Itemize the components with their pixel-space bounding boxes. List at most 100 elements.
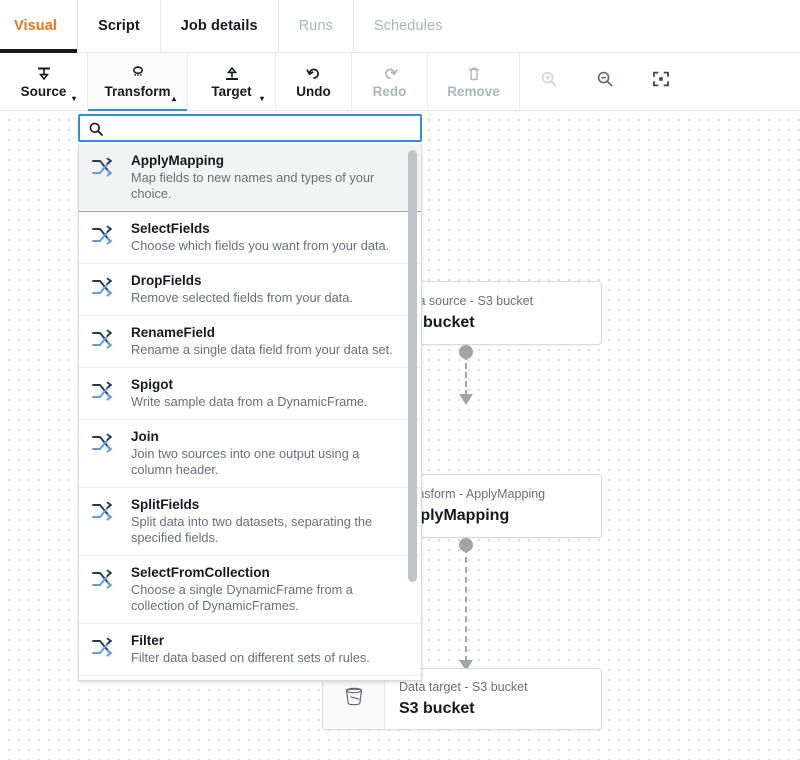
transform-option-description: Choose which fields you want from your d… xyxy=(131,238,390,253)
target-caret-icon: ▾ xyxy=(259,94,264,103)
transform-option-description: Split data into two datasets, separating… xyxy=(131,514,373,545)
target-button[interactable]: Target ▾ xyxy=(188,53,276,110)
transform-option-renamefield[interactable]: RenameField Rename a single data field fr… xyxy=(79,316,421,368)
transform-option-description: Rename a single data field from your dat… xyxy=(131,342,393,357)
transform-option-name: ApplyMapping xyxy=(131,153,224,168)
connector-arrowhead xyxy=(459,394,473,405)
node-title: S3 bucket xyxy=(399,314,475,331)
transform-option-description: Choose a single DynamicFrame from a coll… xyxy=(131,582,353,613)
fit-to-screen-icon xyxy=(651,69,671,94)
tab-schedules-label: Schedules xyxy=(373,18,443,34)
tab-runs-label: Runs xyxy=(298,18,333,34)
glue-visual-editor: Visual Script Job details Runs Schedules… xyxy=(0,0,800,760)
shuffle-arrows-icon xyxy=(91,632,121,663)
transform-button[interactable]: Transform ▴ xyxy=(88,53,188,111)
fit-to-screen-button[interactable] xyxy=(646,67,676,97)
connector-line xyxy=(465,354,467,396)
node-title: S3 bucket xyxy=(399,700,475,717)
transform-option-text: ApplyMapping Map fields to new names and … xyxy=(131,152,399,202)
tab-script[interactable]: Script xyxy=(78,0,161,52)
tab-job-details[interactable]: Job details xyxy=(161,0,279,52)
transform-option-spigot[interactable]: Spigot Write sample data from a DynamicFr… xyxy=(79,368,421,420)
transform-option-name: DropFields xyxy=(131,273,202,288)
dropdown-scrollbar[interactable] xyxy=(408,150,417,582)
connector-line xyxy=(465,547,467,662)
undo-button-label: Undo xyxy=(296,83,331,99)
transform-option-splitfields[interactable]: SplitFields Split data into two datasets,… xyxy=(79,488,421,556)
transform-button-label: Transform xyxy=(104,83,171,99)
transform-search-box[interactable] xyxy=(78,114,422,142)
shuffle-arrows-icon xyxy=(91,324,121,355)
transform-option-text: Spigot Write sample data from a DynamicFr… xyxy=(131,376,399,410)
zoom-in-icon xyxy=(539,69,559,94)
transform-icon xyxy=(129,65,147,83)
redo-icon xyxy=(381,65,399,83)
transform-option-dropfields[interactable]: DropFields Remove selected fields from yo… xyxy=(79,264,421,316)
tab-bar: Visual Script Job details Runs Schedules xyxy=(0,0,800,53)
transform-options-list[interactable]: ApplyMapping Map fields to new names and … xyxy=(78,144,422,681)
zoom-in-button[interactable] xyxy=(534,67,564,97)
transform-option-selectfromcollection[interactable]: SelectFromCollection Choose a single Dyna… xyxy=(79,556,421,624)
shuffle-arrows-icon xyxy=(91,220,121,251)
undo-button[interactable]: Undo xyxy=(276,53,352,110)
transform-option-name: Join xyxy=(131,429,159,444)
transform-option-description: Filter data based on different sets of r… xyxy=(131,650,370,665)
shuffle-arrows-icon xyxy=(91,376,121,407)
zoom-out-button[interactable] xyxy=(590,67,620,97)
remove-button: Remove xyxy=(428,53,520,110)
node-subtitle: Data source - S3 bucket xyxy=(399,294,534,308)
source-button[interactable]: Source ▾ xyxy=(0,53,88,110)
transform-option-description: Write sample data from a DynamicFrame. xyxy=(131,394,368,409)
shuffle-arrows-icon xyxy=(91,564,121,595)
transform-caret-icon: ▴ xyxy=(171,94,176,103)
zoom-out-icon xyxy=(595,69,615,94)
transform-option-name: RenameField xyxy=(131,325,216,340)
tab-visual[interactable]: Visual xyxy=(0,0,79,53)
transform-option-text: RenameField Rename a single data field fr… xyxy=(131,324,399,358)
shuffle-arrows-icon xyxy=(91,272,121,303)
transform-option-name: SelectFields xyxy=(131,221,210,236)
transform-option-filter[interactable]: Filter Filter data based on different set… xyxy=(79,624,421,676)
target-button-label: Target xyxy=(211,83,252,99)
transform-option-applymapping[interactable]: ApplyMapping Map fields to new names and … xyxy=(79,144,421,212)
redo-button: Redo xyxy=(352,53,428,110)
connector-transform-to-target xyxy=(452,538,480,671)
transform-option-text: DropFields Remove selected fields from yo… xyxy=(131,272,399,306)
transform-option-selectfields[interactable]: SelectFields Choose which fields you want… xyxy=(79,212,421,264)
shuffle-arrows-icon xyxy=(91,152,121,183)
tab-schedules: Schedules xyxy=(354,0,463,52)
transform-option-description: Remove selected fields from your data. xyxy=(131,290,353,305)
transform-option-name: Spigot xyxy=(131,377,173,392)
redo-button-label: Redo xyxy=(372,83,407,99)
transform-option-text: SplitFields Split data into two datasets,… xyxy=(131,496,399,546)
transform-option-name: Filter xyxy=(131,633,165,648)
search-icon xyxy=(88,121,104,142)
s3-bucket-icon xyxy=(339,682,369,717)
node-title: ApplyMapping xyxy=(399,507,510,524)
transform-dropdown: ApplyMapping Map fields to new names and … xyxy=(78,114,422,681)
zoom-controls xyxy=(520,53,676,110)
target-icon xyxy=(223,65,241,83)
transform-option-text: SelectFields Choose which fields you want… xyxy=(131,220,399,254)
shuffle-arrows-icon xyxy=(91,496,121,527)
source-icon xyxy=(35,65,53,83)
source-caret-icon: ▾ xyxy=(71,94,76,103)
editor-toolbar: Source ▾ Transform ▴ Target ▾ Undo Redo … xyxy=(0,53,800,111)
node-subtitle: Data target - S3 bucket xyxy=(399,680,528,694)
source-button-label: Source xyxy=(20,83,67,99)
transform-option-description: Map fields to new names and types of you… xyxy=(131,170,375,201)
search-input[interactable] xyxy=(80,116,420,140)
trash-icon xyxy=(465,65,483,83)
shuffle-arrows-icon xyxy=(91,428,121,459)
transform-option-text: Join Join two sources into one output usi… xyxy=(131,428,399,478)
transform-option-fillmissingvalues[interactable]: FillMissingValuesImpute missing values i… xyxy=(79,676,421,680)
transform-option-name: SelectFromCollection xyxy=(131,565,270,580)
undo-icon xyxy=(305,65,323,83)
transform-option-text: SelectFromCollection Choose a single Dyna… xyxy=(131,564,399,614)
transform-option-join[interactable]: Join Join two sources into one output usi… xyxy=(79,420,421,488)
tab-runs: Runs xyxy=(279,0,354,52)
transform-option-text: Filter Filter data based on different set… xyxy=(131,632,399,666)
node-subtitle: Transform - ApplyMapping xyxy=(399,487,546,501)
tab-job-details-label: Job details xyxy=(180,18,258,34)
tab-visual-label: Visual xyxy=(14,18,58,34)
